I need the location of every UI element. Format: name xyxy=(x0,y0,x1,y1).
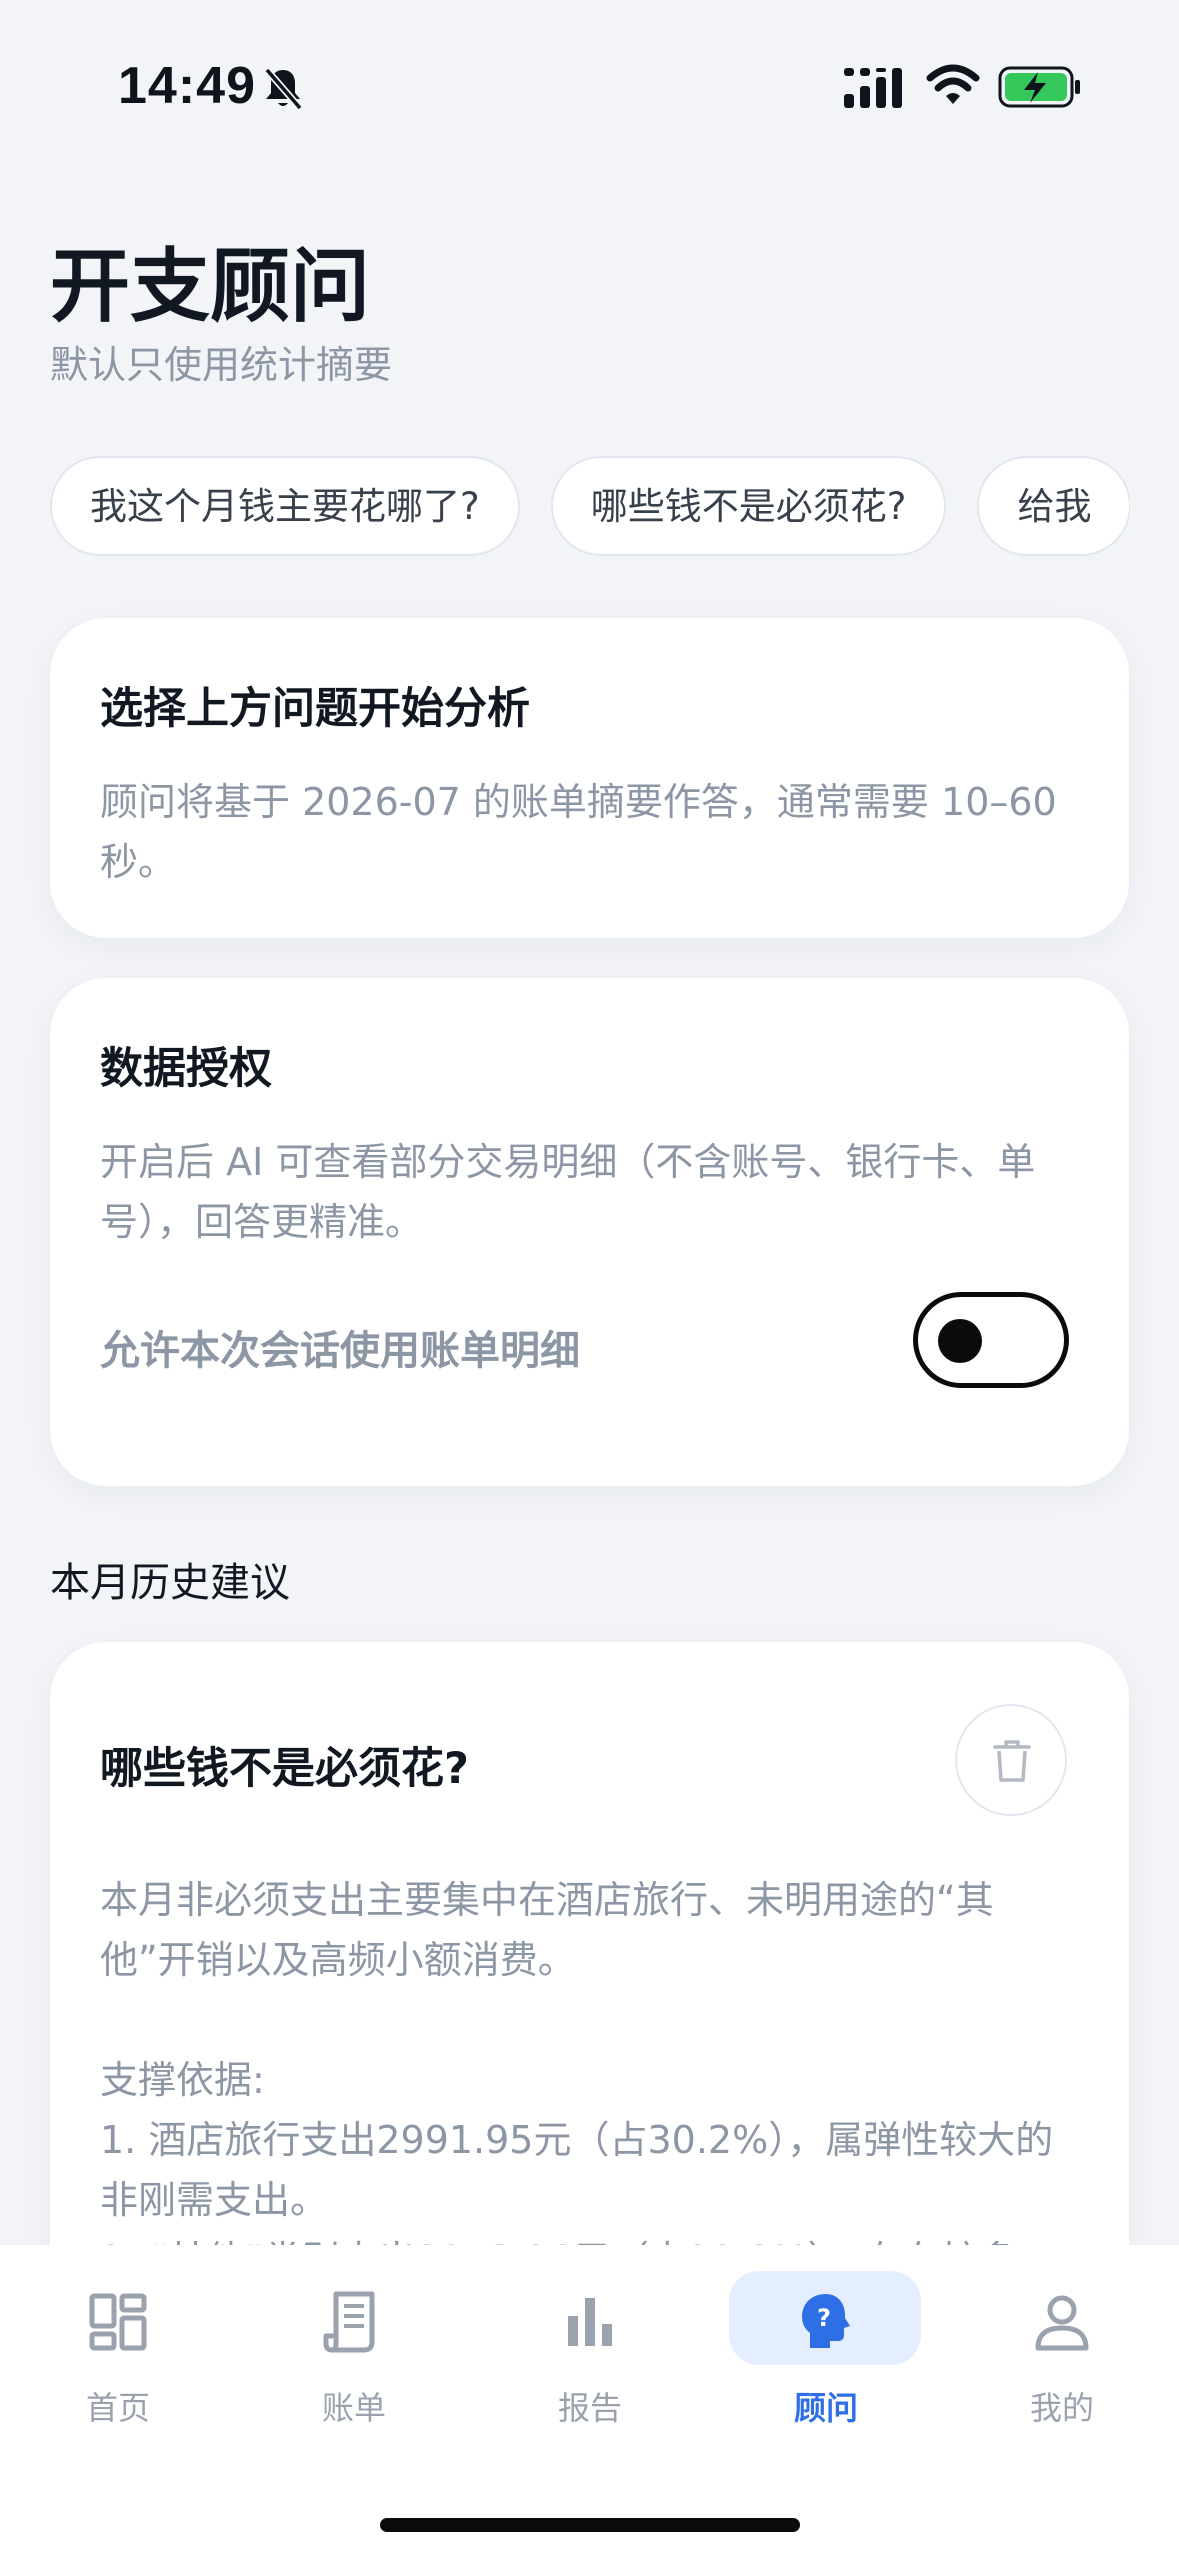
question-chips: 我这个月钱主要花哪了? 哪些钱不是必须花? 给我 xyxy=(50,456,1130,558)
chip-give-me[interactable]: 给我 xyxy=(977,456,1130,556)
history-basis-item: 1. 酒店旅行支出2991.95元（占30.2%），属弹性较大的非刚需支出。 xyxy=(100,2118,1054,2222)
tab-advisor[interactable]: ? 顾问 xyxy=(708,2245,944,2445)
history-section-label: 本月历史建议 xyxy=(50,1560,290,1606)
signal-icon xyxy=(844,68,902,108)
tab-label: 顾问 xyxy=(793,2389,858,2427)
tab-label: 报告 xyxy=(557,2389,622,2427)
page-title: 开支顾问 xyxy=(50,240,370,333)
history-card-title: 哪些钱不是必须花? xyxy=(100,1744,469,1794)
tab-home[interactable]: 首页 xyxy=(0,2245,236,2445)
tab-label: 账单 xyxy=(321,2389,386,2427)
auth-toggle-row: 允许本次会话使用账单明细 xyxy=(100,1292,1069,1392)
start-card-title: 选择上方问题开始分析 xyxy=(100,684,530,734)
tab-bills[interactable]: 账单 xyxy=(236,2245,472,2445)
start-analysis-card: 选择上方问题开始分析 顾问将基于 2026-07 的账单摘要作答，通常需要 10… xyxy=(50,618,1129,938)
history-card-body: 本月非必须支出主要集中在酒店旅行、未明用途的“其他”开销以及高频小额消费。 支撑… xyxy=(100,1870,1069,2290)
auth-toggle-label: 允许本次会话使用账单明细 xyxy=(100,1328,580,1374)
tab-report[interactable]: 报告 xyxy=(472,2245,708,2445)
toggle-knob xyxy=(938,1319,982,1363)
dashboard-icon xyxy=(89,2293,147,2351)
bar-chart-icon xyxy=(568,2298,612,2346)
delete-button[interactable] xyxy=(955,1704,1067,1816)
allow-details-toggle[interactable] xyxy=(913,1292,1069,1388)
status-time: 14:49 xyxy=(118,57,256,115)
tab-mine[interactable]: 我的 xyxy=(944,2245,1179,2445)
chip-unnecessary-spending[interactable]: 哪些钱不是必须花? xyxy=(550,456,947,556)
history-summary: 本月非必须支出主要集中在酒店旅行、未明用途的“其他”开销以及高频小额消费。 xyxy=(100,1878,994,1982)
home-indicator xyxy=(380,2518,800,2532)
bell-muted-icon xyxy=(264,67,303,111)
person-icon xyxy=(1035,2295,1089,2351)
status-bar: 14:49 xyxy=(0,0,1179,175)
tab-label: 我的 xyxy=(1029,2389,1094,2427)
tab-bar: 首页 账单 报告 ? 顾问 我的 xyxy=(0,2245,1179,2556)
battery-charging-icon xyxy=(998,66,1080,108)
receipt-icon xyxy=(323,2291,375,2353)
svg-text:?: ? xyxy=(817,2304,831,2332)
start-card-text: 顾问将基于 2026-07 的账单摘要作答，通常需要 10–60 秒。 xyxy=(100,780,1057,884)
data-authorization-card: 数据授权 开启后 AI 可查看部分交易明细（不含账号、银行卡、单号），回答更精准… xyxy=(50,978,1129,1486)
auth-card-text: 开启后 AI 可查看部分交易明细（不含账号、银行卡、单号），回答更精准。 xyxy=(100,1140,1036,1244)
advisor-icon: ? xyxy=(802,2294,850,2348)
auth-card-title: 数据授权 xyxy=(100,1044,272,1094)
wifi-icon xyxy=(926,64,980,104)
tab-label: 首页 xyxy=(85,2389,150,2427)
trash-icon xyxy=(993,1740,1031,1782)
chip-where-money-went[interactable]: 我这个月钱主要花哪了? xyxy=(50,456,520,556)
page-subtitle: 默认只使用统计摘要 xyxy=(50,343,393,387)
history-basis-heading: 支撑依据: xyxy=(100,2058,265,2102)
